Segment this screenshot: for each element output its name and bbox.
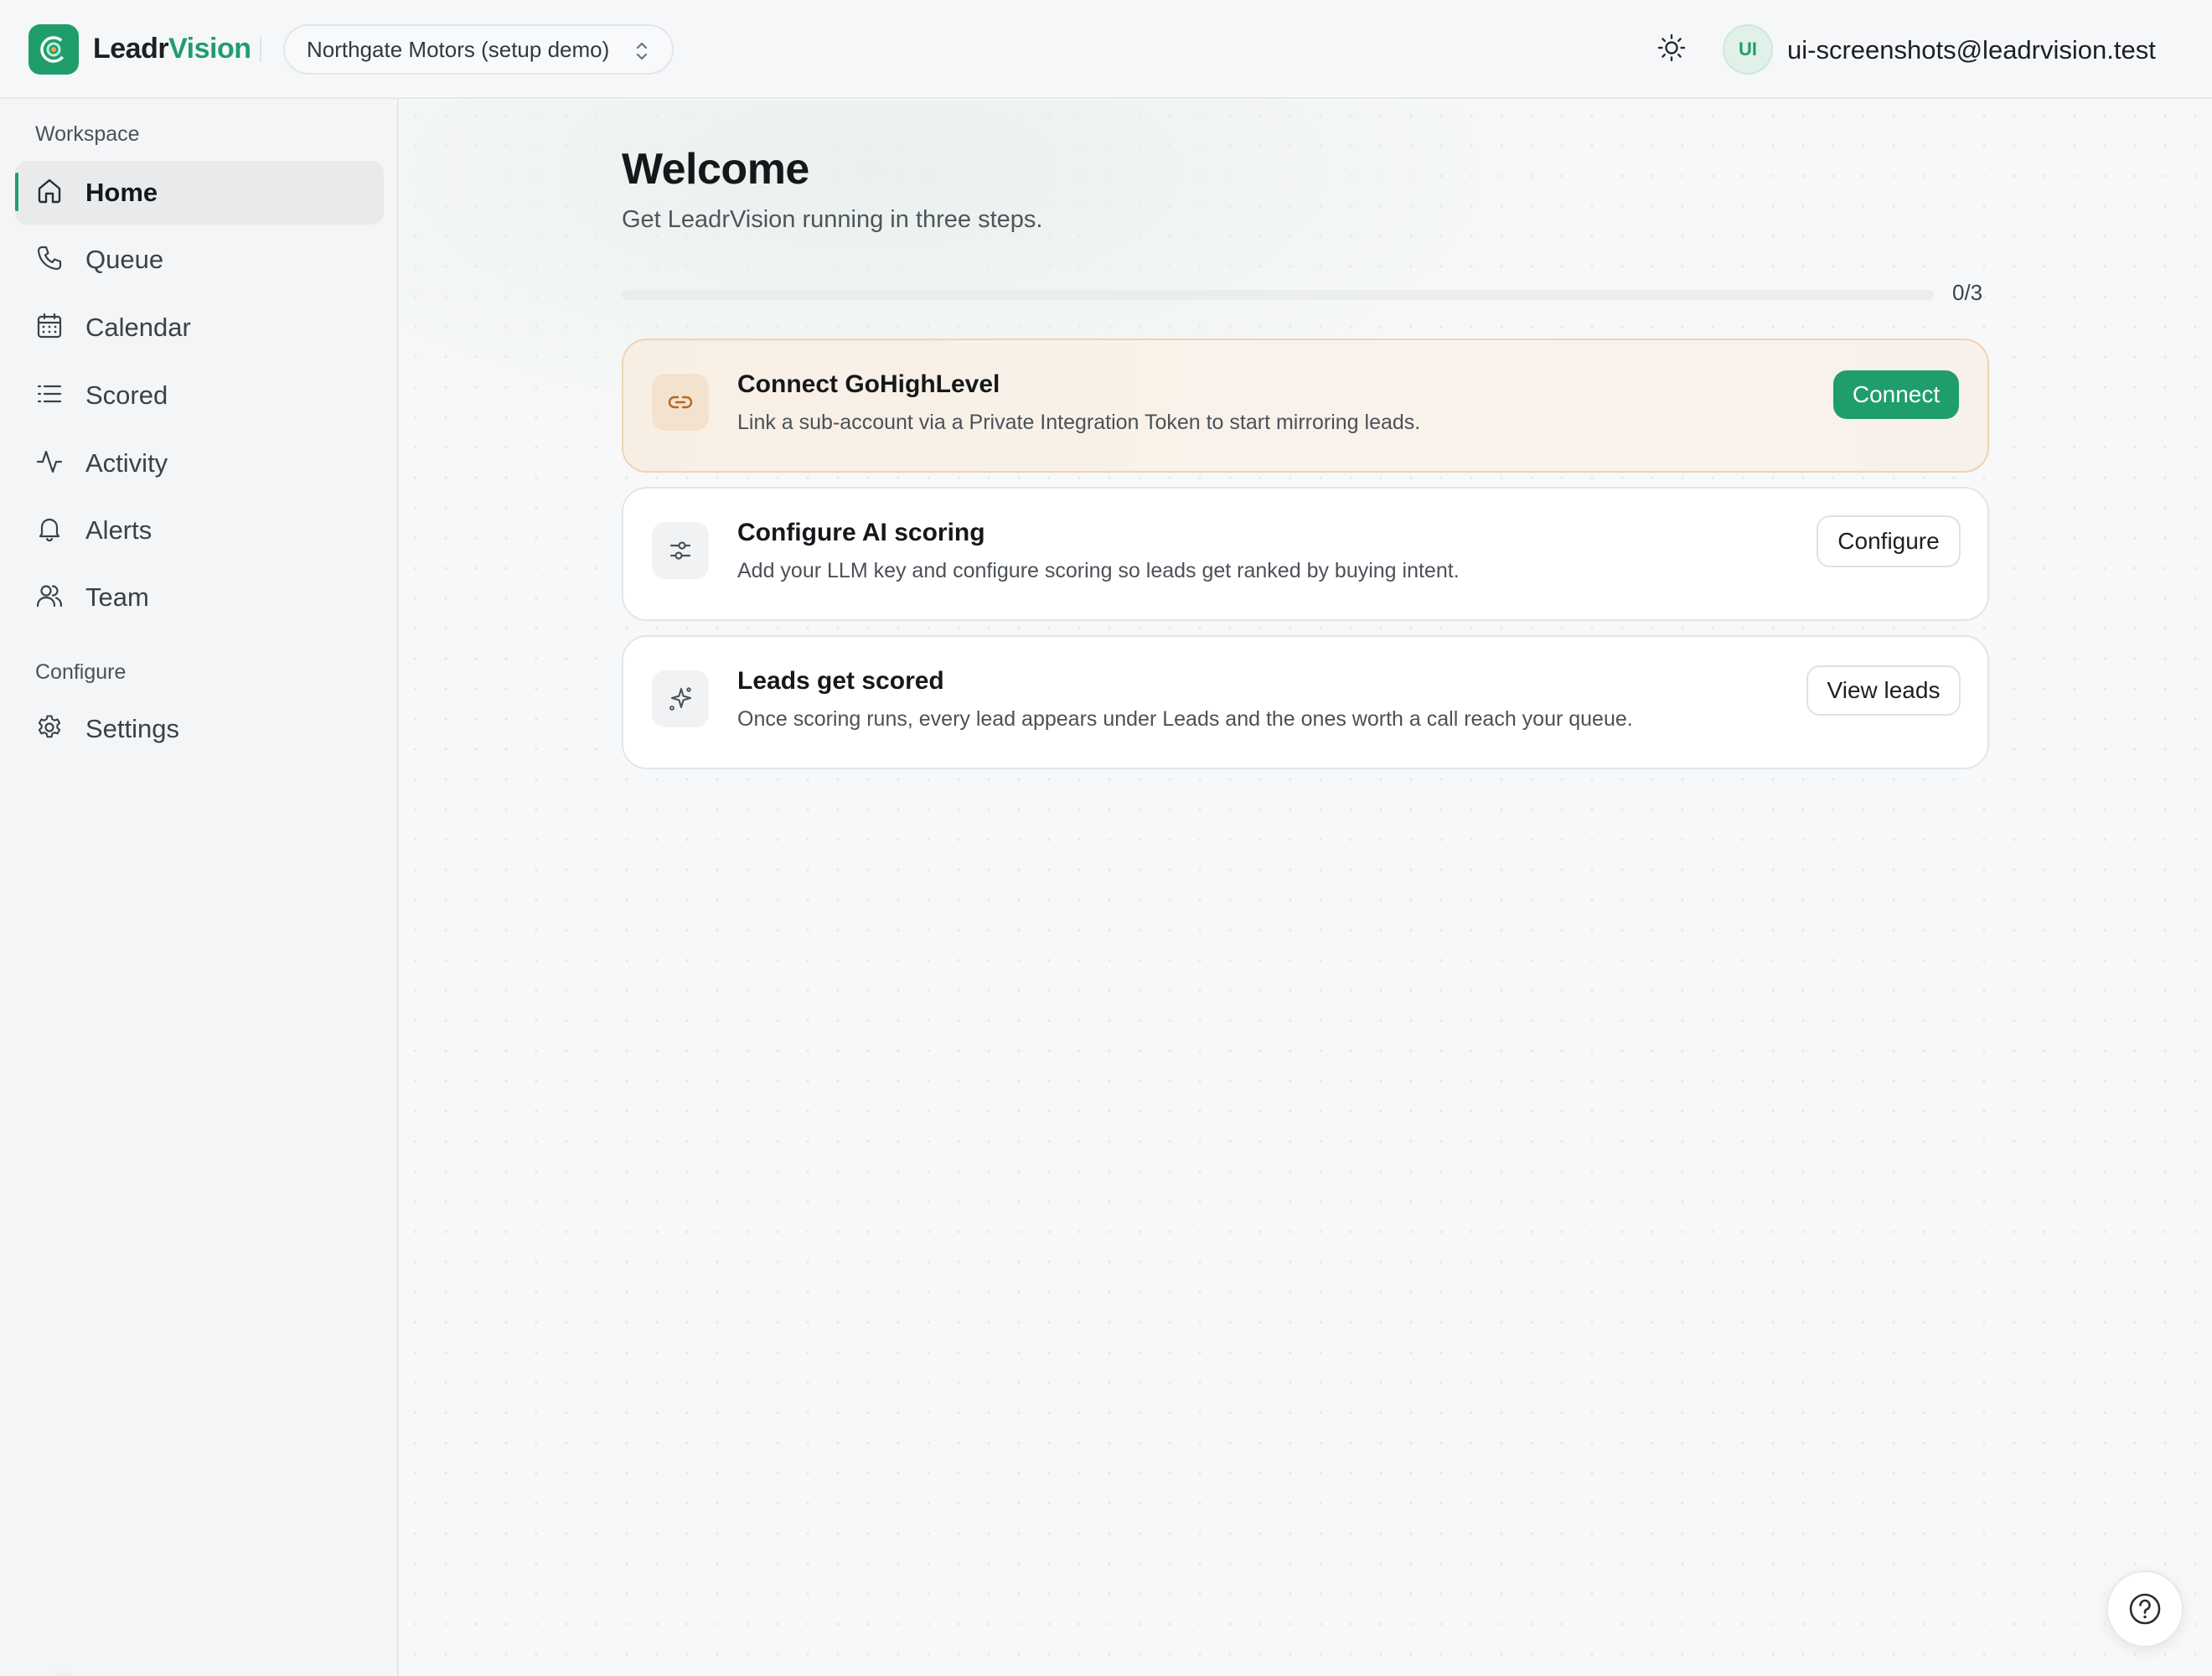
setup-progress-bar xyxy=(622,290,1934,300)
sidebar-item-scored[interactable]: Scored xyxy=(15,364,384,427)
sidebar-item-calendar[interactable]: Calendar xyxy=(15,296,384,360)
page-subtitle: Get LeadrVision running in three steps. xyxy=(622,206,1043,233)
help-button[interactable] xyxy=(2106,1570,2184,1648)
sidebar-item-label: Scored xyxy=(85,380,168,410)
gear-icon xyxy=(35,713,64,746)
step-leads-get-scored: Leads get scored Once scoring runs, ever… xyxy=(622,635,1989,769)
brand-name[interactable]: LeadrVision xyxy=(93,28,251,69)
step-description: Add your LLM key and configure scoring s… xyxy=(737,559,1460,582)
main-content: Welcome Get LeadrVision running in three… xyxy=(401,101,2212,1676)
chevron-up-down-icon xyxy=(632,39,652,69)
sun-icon xyxy=(1656,33,1687,67)
step-title: Configure AI scoring xyxy=(737,519,985,546)
brand-name-part1: Leadr xyxy=(93,33,169,65)
avatar[interactable]: UI xyxy=(1723,24,1773,75)
user-email[interactable]: ui-screenshots@leadrvision.test xyxy=(1787,32,2156,69)
sidebar-item-label: Home xyxy=(85,178,158,207)
list-icon xyxy=(35,380,64,412)
brand-name-part2: Vision xyxy=(168,33,251,65)
step-description: Once scoring runs, every lead appears un… xyxy=(737,707,1633,731)
header-divider xyxy=(260,37,261,62)
step-title: Leads get scored xyxy=(737,667,944,695)
sidebar-section-configure: Configure xyxy=(35,660,127,684)
sidebar-item-label: Activity xyxy=(85,448,168,478)
account-switcher[interactable]: Northgate Motors (setup demo) xyxy=(283,24,674,75)
step-configure-ai-scoring: Configure AI scoring Add your LLM key an… xyxy=(622,487,1989,621)
theme-toggle-button[interactable] xyxy=(1654,32,1689,67)
step-title: Connect GoHighLevel xyxy=(737,370,1000,398)
configure-button[interactable]: Configure xyxy=(1817,515,1961,567)
logo-icon xyxy=(28,24,79,75)
sidebar-item-activity[interactable]: Activity xyxy=(15,432,384,495)
calendar-icon xyxy=(35,312,64,344)
help-circle-icon xyxy=(2129,1593,2161,1625)
activity-icon xyxy=(35,447,64,480)
sidebar-item-alerts[interactable]: Alerts xyxy=(15,499,384,562)
setup-progress-count: 0/3 xyxy=(1952,280,1983,305)
sidebar-item-home[interactable]: Home xyxy=(15,161,384,225)
sidebar-item-label: Alerts xyxy=(85,515,152,545)
users-icon xyxy=(35,582,64,614)
app-root: LeadrVision Northgate Motors (setup demo… xyxy=(0,0,2212,1676)
account-switcher-label: Northgate Motors (setup demo) xyxy=(307,36,610,62)
home-icon xyxy=(35,177,64,210)
sidebar-item-label: Team xyxy=(85,582,149,612)
bell-icon xyxy=(35,515,64,547)
sidebar-item-settings[interactable]: Settings xyxy=(15,697,384,761)
sparkles-icon xyxy=(652,670,709,727)
sidebar-item-queue[interactable]: Queue xyxy=(15,228,384,292)
step-connect-gohighlevel: Connect GoHighLevel Link a sub-account v… xyxy=(622,339,1989,473)
view-leads-button[interactable]: View leads xyxy=(1806,665,1961,716)
connect-button[interactable]: Connect xyxy=(1833,370,1959,419)
top-bar: LeadrVision Northgate Motors (setup demo… xyxy=(0,0,2212,99)
page-title: Welcome xyxy=(622,145,809,194)
phone-icon xyxy=(35,244,64,277)
sidebar-item-label: Calendar xyxy=(85,313,191,342)
sidebar-item-label: Queue xyxy=(85,245,164,274)
sidebar-item-label: Settings xyxy=(85,714,180,743)
sidebar-item-team[interactable]: Team xyxy=(15,566,384,629)
sliders-icon xyxy=(652,522,709,579)
link-icon xyxy=(652,374,709,431)
sidebar: Workspace Home Queue Calendar Scored Act… xyxy=(0,99,399,1676)
sidebar-section-workspace: Workspace xyxy=(35,122,140,146)
step-description: Link a sub-account via a Private Integra… xyxy=(737,411,1421,434)
